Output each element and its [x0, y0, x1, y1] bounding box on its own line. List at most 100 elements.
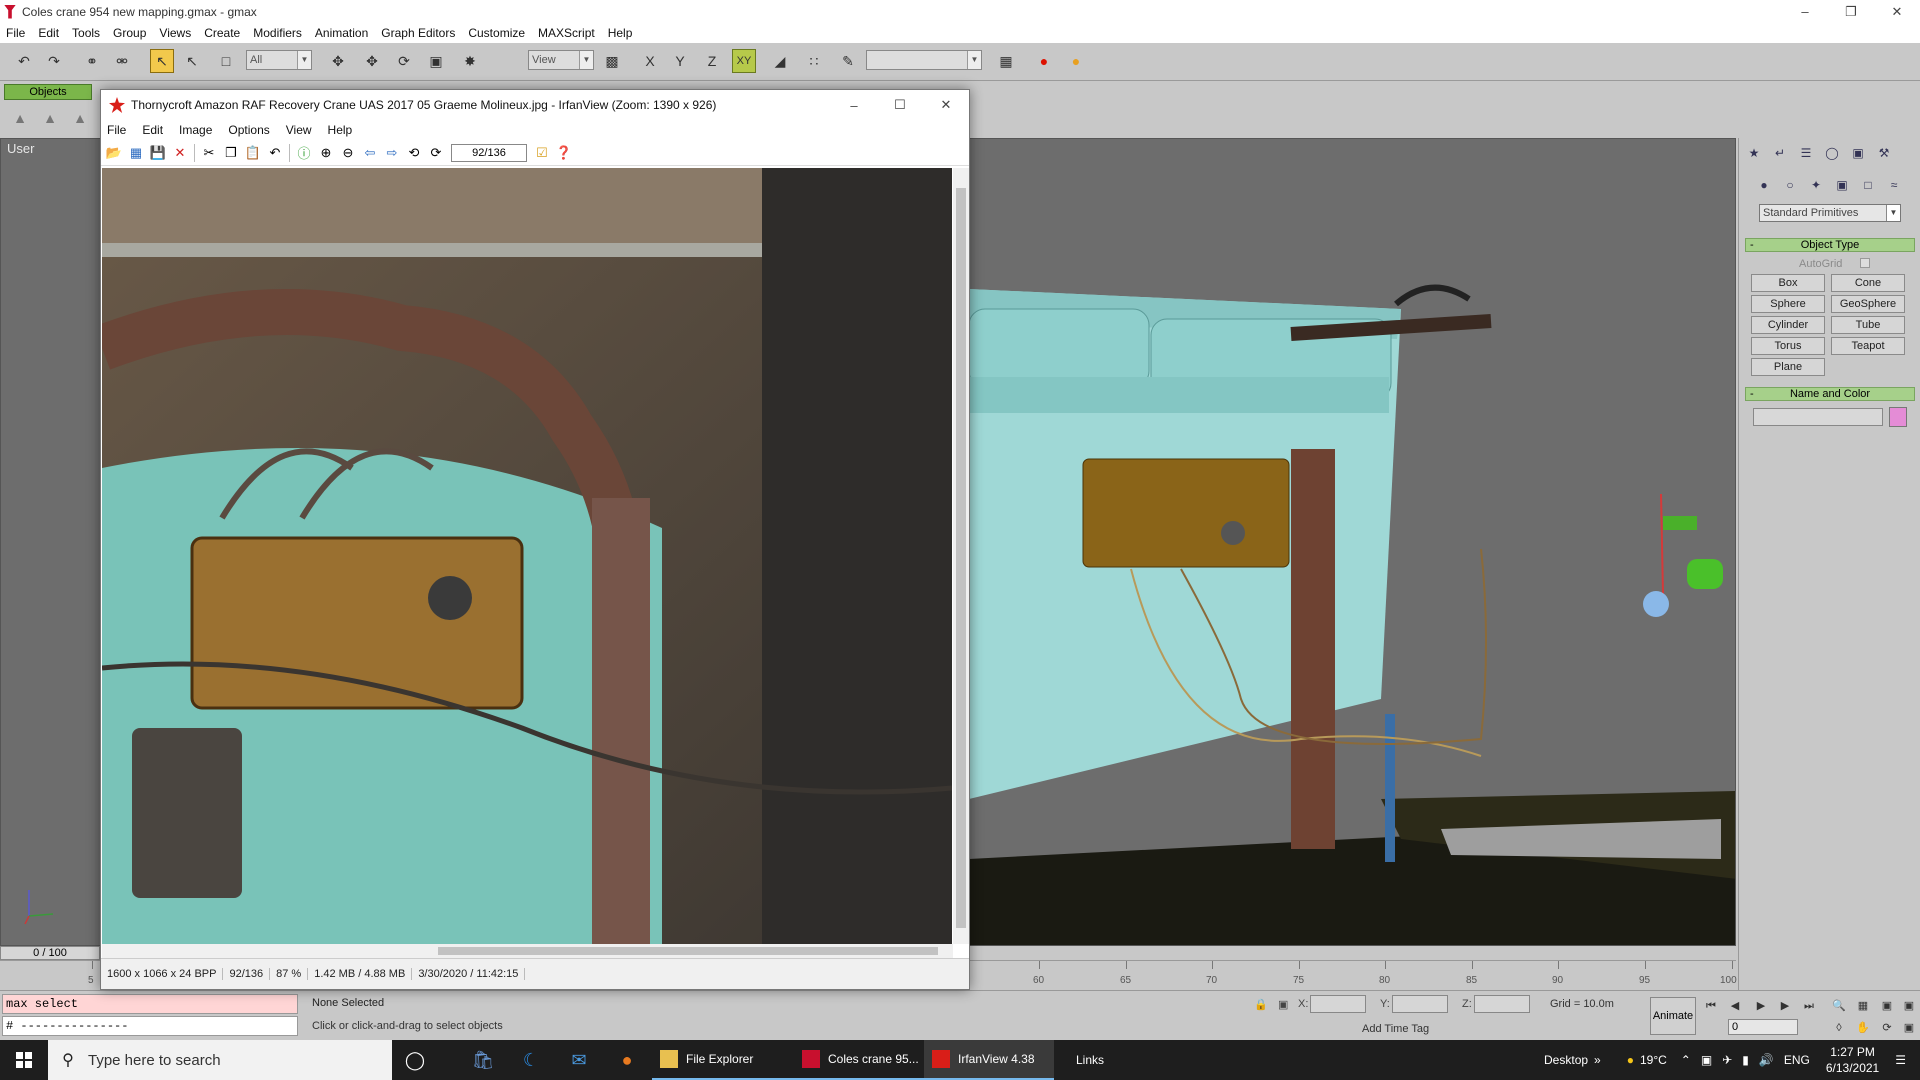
box-button[interactable]: Box	[1751, 274, 1825, 292]
material-editor-icon[interactable]: ●	[1032, 49, 1056, 73]
irfan-menu-view[interactable]: View	[286, 123, 312, 137]
restrict-z-button[interactable]: Z	[700, 49, 724, 73]
task-gmax[interactable]: Coles crane 95...	[794, 1040, 924, 1080]
menu-create[interactable]: Create	[204, 26, 240, 40]
language-indicator[interactable]: ENG	[1784, 1053, 1810, 1067]
close-icon[interactable]: ✕	[923, 90, 969, 120]
start-button[interactable]	[0, 1040, 48, 1080]
menu-modifiers[interactable]: Modifiers	[253, 26, 302, 40]
task-file-explorer[interactable]: File Explorer	[652, 1040, 794, 1080]
menu-animation[interactable]: Animation	[315, 26, 368, 40]
track-view-icon[interactable]: ▦	[994, 49, 1018, 73]
cameras-icon[interactable]: ▣	[1831, 174, 1853, 196]
paste-icon[interactable]: 📋	[242, 142, 264, 164]
properties-icon[interactable]: ☑	[531, 142, 553, 164]
zoom-icon[interactable]: 🔍	[1830, 997, 1848, 1015]
maximize-icon[interactable]: ☐	[877, 90, 923, 120]
save-icon[interactable]: 💾	[147, 142, 169, 164]
taskbar-search-box[interactable]: ⚲ Type here to search	[48, 1040, 392, 1080]
firefox-icon[interactable]: ●	[604, 1040, 650, 1080]
menu-graph-editors[interactable]: Graph Editors	[381, 26, 455, 40]
select-manipulate-icon[interactable]: ✸	[458, 49, 482, 73]
slideshow-icon[interactable]: ▦	[125, 142, 147, 164]
copy-icon[interactable]: ❐	[220, 142, 242, 164]
mirror-icon[interactable]: ◢	[768, 49, 792, 73]
chevron-right-icon[interactable]: »	[1594, 1053, 1601, 1067]
cut-icon[interactable]: ✂	[198, 142, 220, 164]
animate-button[interactable]: Animate	[1650, 997, 1696, 1035]
add-time-tag-button[interactable]: Add Time Tag	[1362, 1023, 1429, 1035]
menu-views[interactable]: Views	[159, 26, 191, 40]
open-icon[interactable]: 📂	[103, 142, 125, 164]
create-tab-icon[interactable]: ★	[1743, 142, 1765, 164]
move-icon[interactable]: ✥	[360, 49, 384, 73]
ref-coord-dropdown[interactable]: View ▼	[528, 50, 594, 70]
select-move-icon[interactable]: ✥	[326, 49, 350, 73]
cone-shortcut-icon[interactable]: ▲	[38, 106, 62, 130]
spacewarps-icon[interactable]: ≈	[1883, 174, 1905, 196]
helpers-icon[interactable]: □	[1857, 174, 1879, 196]
arc-rotate-icon[interactable]: ⟳	[1878, 1019, 1896, 1037]
z-coord-field[interactable]	[1474, 995, 1530, 1013]
array-icon[interactable]: ∷	[802, 49, 826, 73]
mail-icon[interactable]: ✉	[556, 1040, 602, 1080]
irfan-menu-image[interactable]: Image	[179, 123, 212, 137]
vertical-scroll-thumb[interactable]	[956, 188, 966, 928]
select-by-name-icon[interactable]: ↖	[180, 49, 204, 73]
display-tab-icon[interactable]: ▣	[1847, 142, 1869, 164]
maxscript-input-line[interactable]: # ---------------	[2, 1016, 298, 1036]
zoom-extents-all-icon[interactable]: ▣	[1900, 997, 1918, 1015]
menu-edit[interactable]: Edit	[38, 26, 59, 40]
horizontal-scrollbar[interactable]	[102, 944, 953, 958]
restrict-x-button[interactable]: X	[638, 49, 662, 73]
irfanview-window[interactable]: Thornycroft Amazon RAF Recovery Crane UA…	[100, 89, 970, 990]
irfan-menu-options[interactable]: Options	[228, 123, 269, 137]
restore-icon[interactable]: ❐	[1828, 0, 1874, 23]
object-name-input[interactable]	[1753, 408, 1883, 426]
torus-button[interactable]: Torus	[1751, 337, 1825, 355]
desktop-toolbar[interactable]: Desktop	[1544, 1053, 1588, 1067]
links-toolbar[interactable]: Links	[1068, 1040, 1148, 1080]
prev-frame-icon[interactable]: ◀	[1726, 997, 1744, 1015]
menu-tools[interactable]: Tools	[72, 26, 100, 40]
next-image-icon[interactable]: ⇨	[381, 142, 403, 164]
selection-filter-dropdown[interactable]: All ▼	[246, 50, 312, 70]
delete-icon[interactable]: ✕	[169, 142, 191, 164]
unlink-icon[interactable]: ⚮	[110, 49, 134, 73]
notifications-icon[interactable]: ☰	[1895, 1053, 1906, 1067]
irfan-menu-file[interactable]: File	[107, 123, 126, 137]
minimize-icon[interactable]: –	[831, 90, 877, 120]
weather-icon[interactable]: ●	[1627, 1053, 1634, 1067]
align-icon[interactable]: ✎	[836, 49, 860, 73]
goto-start-icon[interactable]: ⏮	[1702, 997, 1720, 1015]
motion-tab-icon[interactable]: ◯	[1821, 142, 1843, 164]
absolute-mode-icon[interactable]: ▣	[1278, 998, 1288, 1011]
zoom-extents-icon[interactable]: ▣	[1878, 997, 1896, 1015]
vertical-scrollbar[interactable]	[953, 168, 969, 944]
menu-file[interactable]: File	[6, 26, 25, 40]
zoom-all-icon[interactable]: ▦	[1854, 997, 1872, 1015]
plane-button[interactable]: Plane	[1751, 358, 1825, 376]
modify-tab-icon[interactable]: ↵	[1769, 142, 1791, 164]
pivot-center-icon[interactable]: ▩	[600, 49, 624, 73]
select-rotate-icon[interactable]: ⟳	[392, 49, 416, 73]
name-and-color-rollout[interactable]: - Name and Color	[1745, 387, 1915, 401]
hierarchy-tab-icon[interactable]: ☰	[1795, 142, 1817, 164]
chevron-up-icon[interactable]: ⌃	[1681, 1053, 1691, 1067]
irfan-menu-help[interactable]: Help	[328, 123, 353, 137]
field-of-view-icon[interactable]: ◊	[1830, 1019, 1848, 1037]
box-shortcut-icon[interactable]: ▲	[8, 106, 32, 130]
utilities-tab-icon[interactable]: ⚒	[1873, 142, 1895, 164]
restrict-y-button[interactable]: Y	[668, 49, 692, 73]
shapes-icon[interactable]: ○	[1779, 174, 1801, 196]
geosphere-button[interactable]: GeoSphere	[1831, 295, 1905, 313]
next-frame-icon[interactable]: ▶	[1776, 997, 1794, 1015]
menu-help[interactable]: Help	[608, 26, 633, 40]
zoom-in-icon[interactable]: ⊕	[315, 142, 337, 164]
rotate-right-icon[interactable]: ⟳	[425, 142, 447, 164]
cone-button[interactable]: Cone	[1831, 274, 1905, 292]
rotate-left-icon[interactable]: ⟲	[403, 142, 425, 164]
time-slider-knob[interactable]: 0 / 100	[0, 946, 100, 960]
task-view-icon[interactable]: ◯	[392, 1040, 438, 1080]
link-icon[interactable]: ⚭	[80, 49, 104, 73]
